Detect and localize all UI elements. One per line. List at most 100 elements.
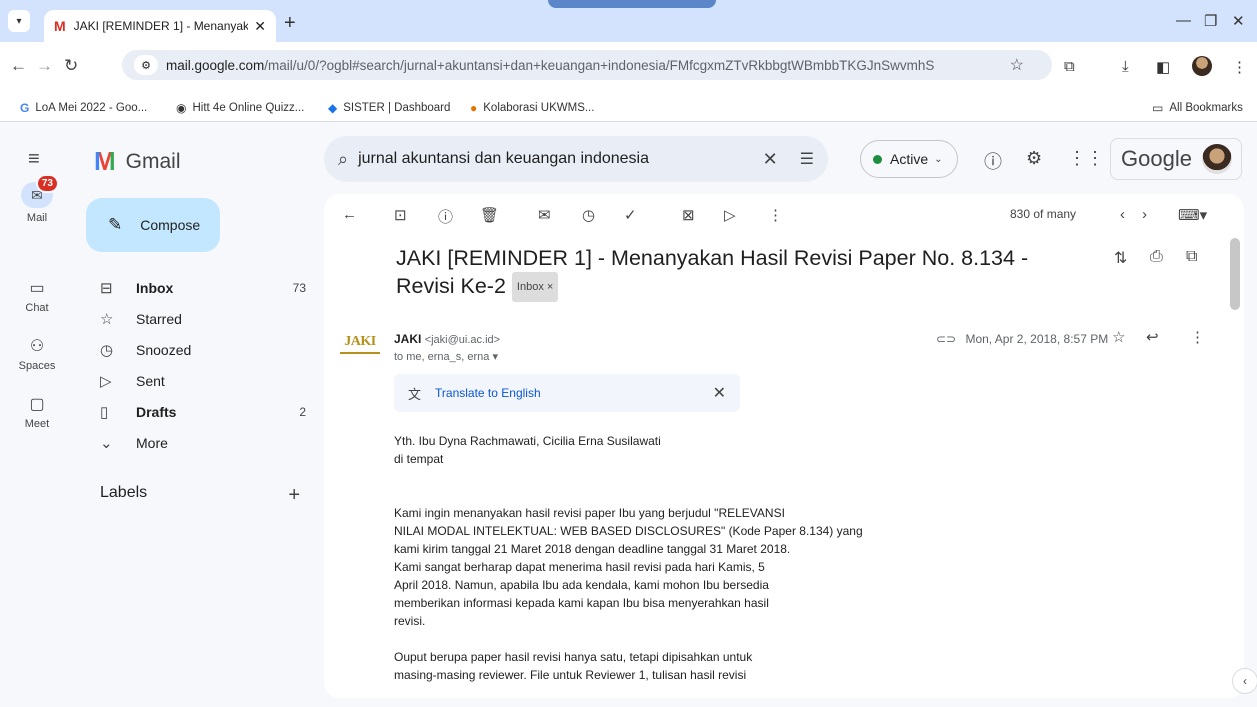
recipients-toggle[interactable]: to me, erna_s, erna ▾ — [394, 350, 498, 363]
reply-icon[interactable]: ↩ — [1146, 328, 1159, 346]
clear-search-icon[interactable]: ✕ — [763, 149, 778, 170]
label-icon[interactable]: ▷ — [724, 206, 736, 224]
gmail-m-icon: M — [94, 146, 116, 176]
browser-toolbar: ← → ↻ ⚙ mail.google.com /mail/u/0/?ogbl#… — [0, 42, 1257, 96]
nav-more[interactable]: ⌄ More — [100, 427, 306, 458]
settings-gear-icon[interactable]: ⚙ — [1026, 148, 1042, 169]
search-bar[interactable]: ⌕ jurnal akuntansi dan keuangan indonesi… — [324, 136, 828, 182]
rail-meet[interactable]: ▢ Meet — [0, 394, 74, 430]
gmail-favicon-icon: M — [54, 18, 66, 34]
message-scrollbar[interactable] — [1230, 238, 1240, 310]
greeting-line: Yth. Ibu Dyna Rachmawati, Cicilia Erna S… — [394, 434, 661, 448]
close-translate-icon[interactable]: ✕ — [713, 383, 726, 403]
rail-mail[interactable]: ✉ 73 Mail — [0, 174, 74, 224]
print-icon[interactable]: ⎙ — [1150, 248, 1163, 266]
older-icon[interactable]: › — [1142, 206, 1147, 223]
bookmark-star-icon[interactable]: ☆ — [1010, 55, 1024, 75]
minimize-icon[interactable]: — — [1176, 12, 1191, 29]
open-new-window-icon[interactable]: ⧉ — [1186, 248, 1197, 266]
forward-icon[interactable]: → — [36, 56, 53, 76]
inbox-label-chip[interactable]: Inbox × — [511, 272, 559, 303]
bookmarks-bar: G LoA Mei 2022 - Goo... ◉ Hitt 4e Online Q… — [0, 96, 1257, 122]
report-spam-icon[interactable]: ⓘ — [438, 206, 453, 227]
rail-chat[interactable]: ▭ Chat — [0, 278, 74, 314]
bookmark-loa[interactable]: G LoA Mei 2022 - Goo... — [20, 101, 147, 115]
compose-button[interactable]: ✎ Compose — [86, 198, 220, 252]
nav-starred[interactable]: ☆ Starred — [100, 303, 306, 334]
url-host: mail.google.com — [166, 57, 265, 73]
body-line: memberikan informasi kepada kami kapan I… — [394, 596, 769, 610]
reload-icon[interactable]: ↻ — [64, 56, 78, 76]
body-line: NILAI MODAL INTELEKTUAL: WEB BASED DISCL… — [394, 524, 863, 538]
email-body: Yth. Ibu Dyna Rachmawati, Cicilia Erna S… — [394, 432, 954, 684]
account-switcher[interactable]: Google — [1110, 138, 1242, 180]
search-icon[interactable]: ⌕ — [338, 149, 348, 170]
body-line: kami kirim tanggal 21 Maret 2018 dengan … — [394, 542, 791, 556]
status-button[interactable]: Active ⌄ — [860, 140, 958, 178]
newer-icon[interactable]: ‹ — [1120, 206, 1125, 223]
restore-icon[interactable]: ❐ — [1204, 12, 1217, 30]
sender-address: <jaki@ui.ac.id> — [424, 334, 501, 346]
mail-nav: ⊟ Inbox 73 ☆ Starred ◷ Snoozed ▷ Sent ▯ … — [100, 272, 306, 458]
download-icon[interactable]: ⤓ — [1122, 58, 1129, 75]
folder-icon: ▭ — [1152, 101, 1164, 115]
add-task-icon[interactable]: ✓ — [624, 206, 637, 224]
rail-spaces[interactable]: ⚇ Spaces — [0, 336, 74, 372]
google-g-icon: G — [20, 101, 30, 115]
globe-icon: ◉ — [176, 101, 187, 115]
bookmark-hitt[interactable]: ◉ Hitt 4e Online Quizz... — [176, 101, 304, 115]
message-more-icon[interactable]: ⋮ — [1190, 328, 1205, 346]
address-bar[interactable]: ⚙ mail.google.com /mail/u/0/?ogbl#search… — [122, 50, 1052, 80]
search-options-icon[interactable]: ☰ — [800, 149, 814, 169]
body-line: Kami sangat berharap dapat menerima hasi… — [394, 560, 765, 574]
side-panel-toggle-icon[interactable]: ‹ — [1232, 668, 1257, 694]
all-bookmarks[interactable]: ▭ All Bookmarks — [1152, 101, 1243, 115]
bookmark-kolaborasi[interactable]: ● Kolaborasi UKWMS... — [470, 101, 594, 115]
side-panel-icon[interactable]: ◧ — [1156, 58, 1170, 76]
search-input[interactable]: jurnal akuntansi dan keuangan indonesia — [358, 150, 762, 168]
add-label-icon[interactable]: + — [288, 484, 300, 507]
back-to-search-icon[interactable]: ← — [342, 206, 357, 223]
browser-tab-strip: ▾ M JAKI [REMINDER 1] - Menanyak ✕ + — ❐… — [0, 0, 1257, 42]
translate-link[interactable]: Translate to English — [435, 386, 713, 400]
nav-snoozed[interactable]: ◷ Snoozed — [100, 334, 306, 365]
back-icon[interactable]: ← — [10, 56, 27, 76]
gmail-logo[interactable]: M Gmail — [94, 146, 181, 177]
tab-title: JAKI [REMINDER 1] - Menanyak — [73, 19, 249, 33]
profile-avatar[interactable] — [1192, 56, 1212, 76]
sender-line: JAKI <jaki@ui.ac.id> — [394, 332, 500, 346]
nav-sent[interactable]: ▷ Sent — [100, 365, 306, 396]
message-date: ⊂⊃ Mon, Apr 2, 2018, 8:57 PM — [936, 332, 1109, 346]
extensions-icon[interactable]: ⧉ — [1064, 58, 1075, 75]
translate-banner: 文 Translate to English ✕ — [394, 374, 740, 412]
active-dot-icon — [873, 154, 882, 164]
pager-count: 830 of many — [1010, 207, 1077, 221]
delete-icon[interactable]: 🗑 — [480, 206, 499, 224]
pencil-icon: ✎ — [108, 215, 123, 234]
snooze-icon[interactable]: ◷ — [582, 206, 595, 224]
sister-icon: ◆ — [328, 101, 338, 115]
expand-all-icon[interactable]: ⇅ — [1114, 248, 1127, 268]
browser-tab-active[interactable]: M JAKI [REMINDER 1] - Menanyak ✕ — [44, 10, 276, 42]
new-tab-plus-icon[interactable]: + — [284, 12, 296, 35]
browser-menu-icon[interactable]: ⋮ — [1232, 58, 1247, 76]
nav-inbox[interactable]: ⊟ Inbox 73 — [100, 272, 306, 303]
apps-grid-icon[interactable]: ⋮⋮ — [1068, 148, 1104, 169]
close-window-icon[interactable]: ✕ — [1232, 12, 1245, 30]
help-icon[interactable]: ⓘ — [984, 148, 1002, 174]
move-to-icon[interactable]: ⊠ — [682, 206, 695, 224]
tab-close-icon[interactable]: ✕ — [254, 18, 266, 35]
more-actions-icon[interactable]: ⋮ — [768, 206, 783, 224]
nav-drafts[interactable]: ▯ Drafts 2 — [100, 396, 306, 427]
kolaborasi-icon: ● — [470, 101, 478, 115]
bookmark-sister[interactable]: ◆ SISTER | Dashboard — [328, 101, 450, 115]
tab-search-chevron-icon[interactable]: ▾ — [8, 10, 30, 32]
star-message-icon[interactable]: ☆ — [1112, 328, 1125, 346]
mark-unread-icon[interactable]: ✉ — [538, 206, 551, 224]
sender-name[interactable]: JAKI — [394, 332, 421, 346]
spaces-icon: ⚇ — [29, 338, 45, 355]
input-tools-icon[interactable]: ⌨▾ — [1178, 206, 1207, 224]
archive-icon[interactable]: ⊡ — [394, 206, 407, 224]
site-info-icon[interactable]: ⚙ — [134, 55, 158, 75]
translate-icon: 文 — [408, 386, 422, 402]
